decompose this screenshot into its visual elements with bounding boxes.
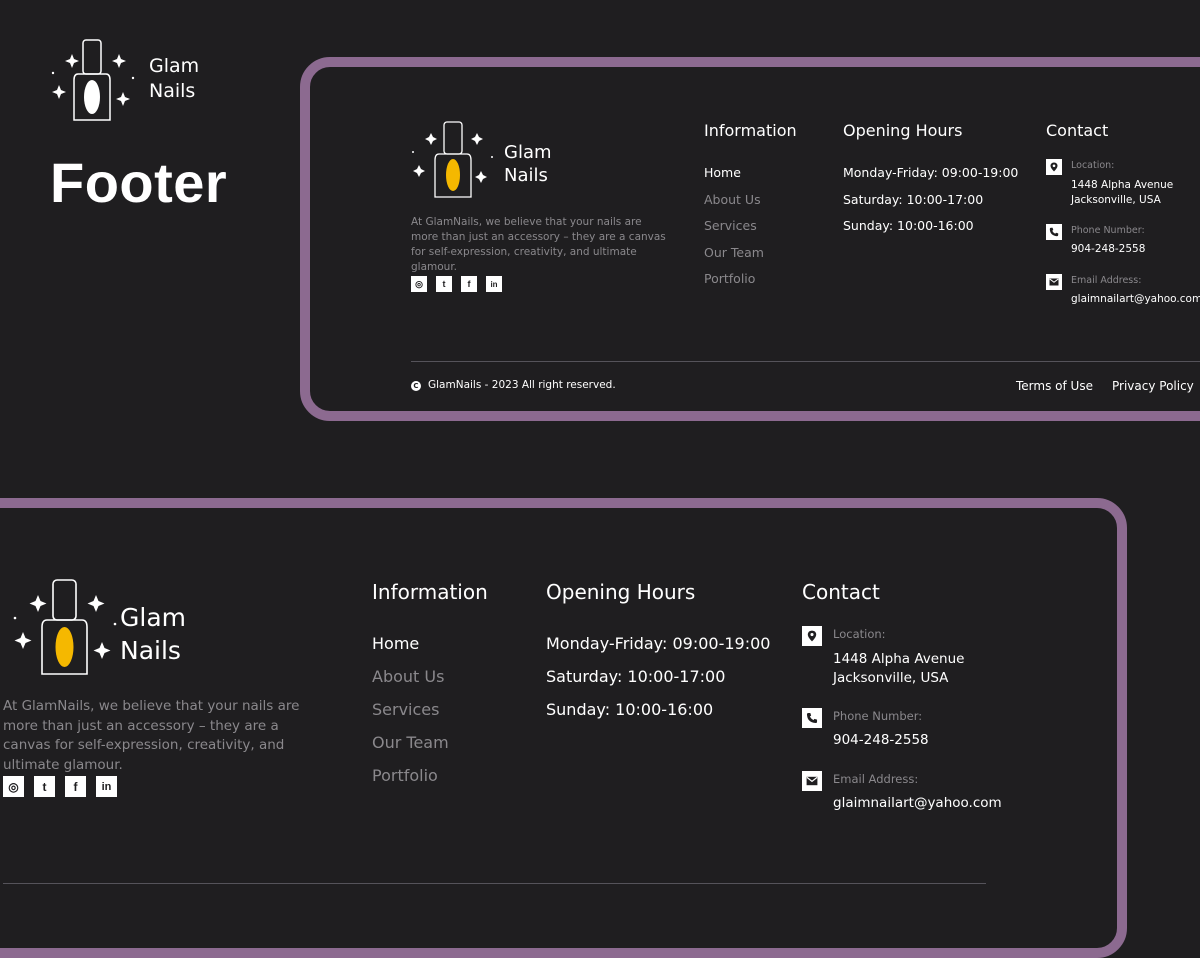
linkedin-icon[interactable]: in [96, 776, 117, 797]
hours-weekdays: Monday-Friday: 09:00-19:00 [546, 634, 771, 653]
brand-name: Glam Nails [504, 141, 552, 188]
footer-link-about-us[interactable]: About Us [704, 187, 764, 214]
page-title: Footer [50, 151, 228, 214]
location-label: Location: [833, 627, 886, 641]
information-title: Information [372, 580, 488, 604]
facebook-icon[interactable]: f [461, 276, 477, 292]
footer-description: At GlamNails, we believe that your nails… [411, 216, 666, 273]
information-links: Home About Us Services Our Team Portfoli… [372, 627, 449, 792]
footer-preview-large: Glam Nails At GlamNails, we believe that… [0, 498, 1127, 958]
social-links: ◎ t f in [3, 776, 117, 797]
location-icon [802, 626, 822, 646]
twitter-icon[interactable]: t [34, 776, 55, 797]
footer-link-home[interactable]: Home [704, 160, 764, 187]
brand-name-line2: Nails [504, 165, 548, 187]
brand-name-line1: Glam [149, 55, 200, 77]
brand-name: Glam Nails [149, 54, 199, 103]
footer-preview-small: Glam Nails At GlamNails, we believe that… [300, 57, 1200, 421]
opening-hours-list: Monday-Friday: 09:00-19:00 Saturday: 10:… [546, 627, 770, 726]
hours-weekdays: Monday-Friday: 09:00-19:00 [843, 165, 1019, 180]
phone-icon [802, 708, 822, 728]
linkedin-icon[interactable]: in [486, 276, 502, 292]
brand-name-line1: Glam [504, 142, 552, 163]
opening-hours-title: Opening Hours [843, 121, 963, 140]
footer-link-home[interactable]: Home [372, 627, 449, 660]
opening-hours-list: Monday-Friday: 09:00-19:00 Saturday: 10:… [843, 160, 1018, 240]
brand-name: Glam Nails [120, 602, 186, 667]
glam-nails-logo-icon [412, 121, 493, 198]
privacy-policy-link[interactable]: Privacy Policy [1112, 379, 1194, 393]
email-icon [802, 771, 822, 791]
phone-label: Phone Number: [1071, 225, 1145, 236]
hours-sunday: Sunday: 10:00-16:00 [843, 218, 974, 233]
phone-value[interactable]: 904-248-2558 [1071, 243, 1145, 255]
brand-name-line2: Nails [149, 79, 196, 102]
brand-name-line1: Glam [120, 603, 186, 632]
hours-sunday: Sunday: 10:00-16:00 [546, 700, 714, 719]
brand-name-line2: Nails [120, 635, 181, 665]
glam-nails-logo-icon [51, 39, 135, 121]
instagram-icon[interactable]: ◎ [411, 276, 427, 292]
phone-icon [1046, 224, 1062, 240]
footer-link-services[interactable]: Services [372, 693, 449, 726]
footer-divider [411, 361, 1200, 362]
social-links: ◎ t f in [411, 276, 502, 292]
hours-saturday: Saturday: 10:00-17:00 [843, 191, 984, 207]
hours-saturday: Saturday: 10:00-17:00 [546, 667, 726, 686]
footer-description: At GlamNails, we believe that your nails… [3, 698, 300, 773]
opening-hours-title: Opening Hours [546, 580, 696, 604]
email-value[interactable]: glaimnailart@yahoo.com [1071, 293, 1200, 305]
email-label: Email Address: [833, 772, 919, 786]
location-label: Location: [1071, 160, 1115, 171]
twitter-icon[interactable]: t [436, 276, 452, 292]
contact-title: Contact [1046, 121, 1109, 140]
location-value: 1448 Alpha Avenue Jacksonville, USA [833, 651, 965, 686]
copyright-icon: C [411, 381, 421, 391]
information-links: Home About Us Services Our Team Portfoli… [704, 160, 764, 293]
information-title: Information [704, 121, 797, 140]
footer-link-about-us[interactable]: About Us [372, 660, 449, 693]
instagram-icon[interactable]: ◎ [3, 776, 24, 797]
copyright-text: GlamNails - 2023 All right reserved. [428, 379, 616, 391]
footer-link-services[interactable]: Services [704, 213, 764, 240]
phone-value[interactable]: 904-248-2558 [833, 732, 929, 748]
footer-link-our-team[interactable]: Our Team [372, 726, 449, 759]
email-icon [1046, 274, 1062, 290]
footer-link-our-team[interactable]: Our Team [704, 240, 764, 267]
contact-title: Contact [802, 580, 880, 604]
footer-link-portfolio[interactable]: Portfolio [704, 266, 764, 293]
email-value[interactable]: glaimnailart@yahoo.com [833, 795, 1002, 811]
location-icon [1046, 159, 1062, 175]
footer-link-portfolio[interactable]: Portfolio [372, 759, 449, 792]
glam-nails-logo-icon [13, 579, 117, 675]
facebook-icon[interactable]: f [65, 776, 86, 797]
footer-divider [3, 883, 986, 884]
email-label: Email Address: [1071, 275, 1142, 286]
location-value: 1448 Alpha Avenue Jacksonville, USA [1071, 179, 1174, 206]
terms-of-use-link[interactable]: Terms of Use [1016, 379, 1093, 393]
phone-label: Phone Number: [833, 709, 923, 723]
